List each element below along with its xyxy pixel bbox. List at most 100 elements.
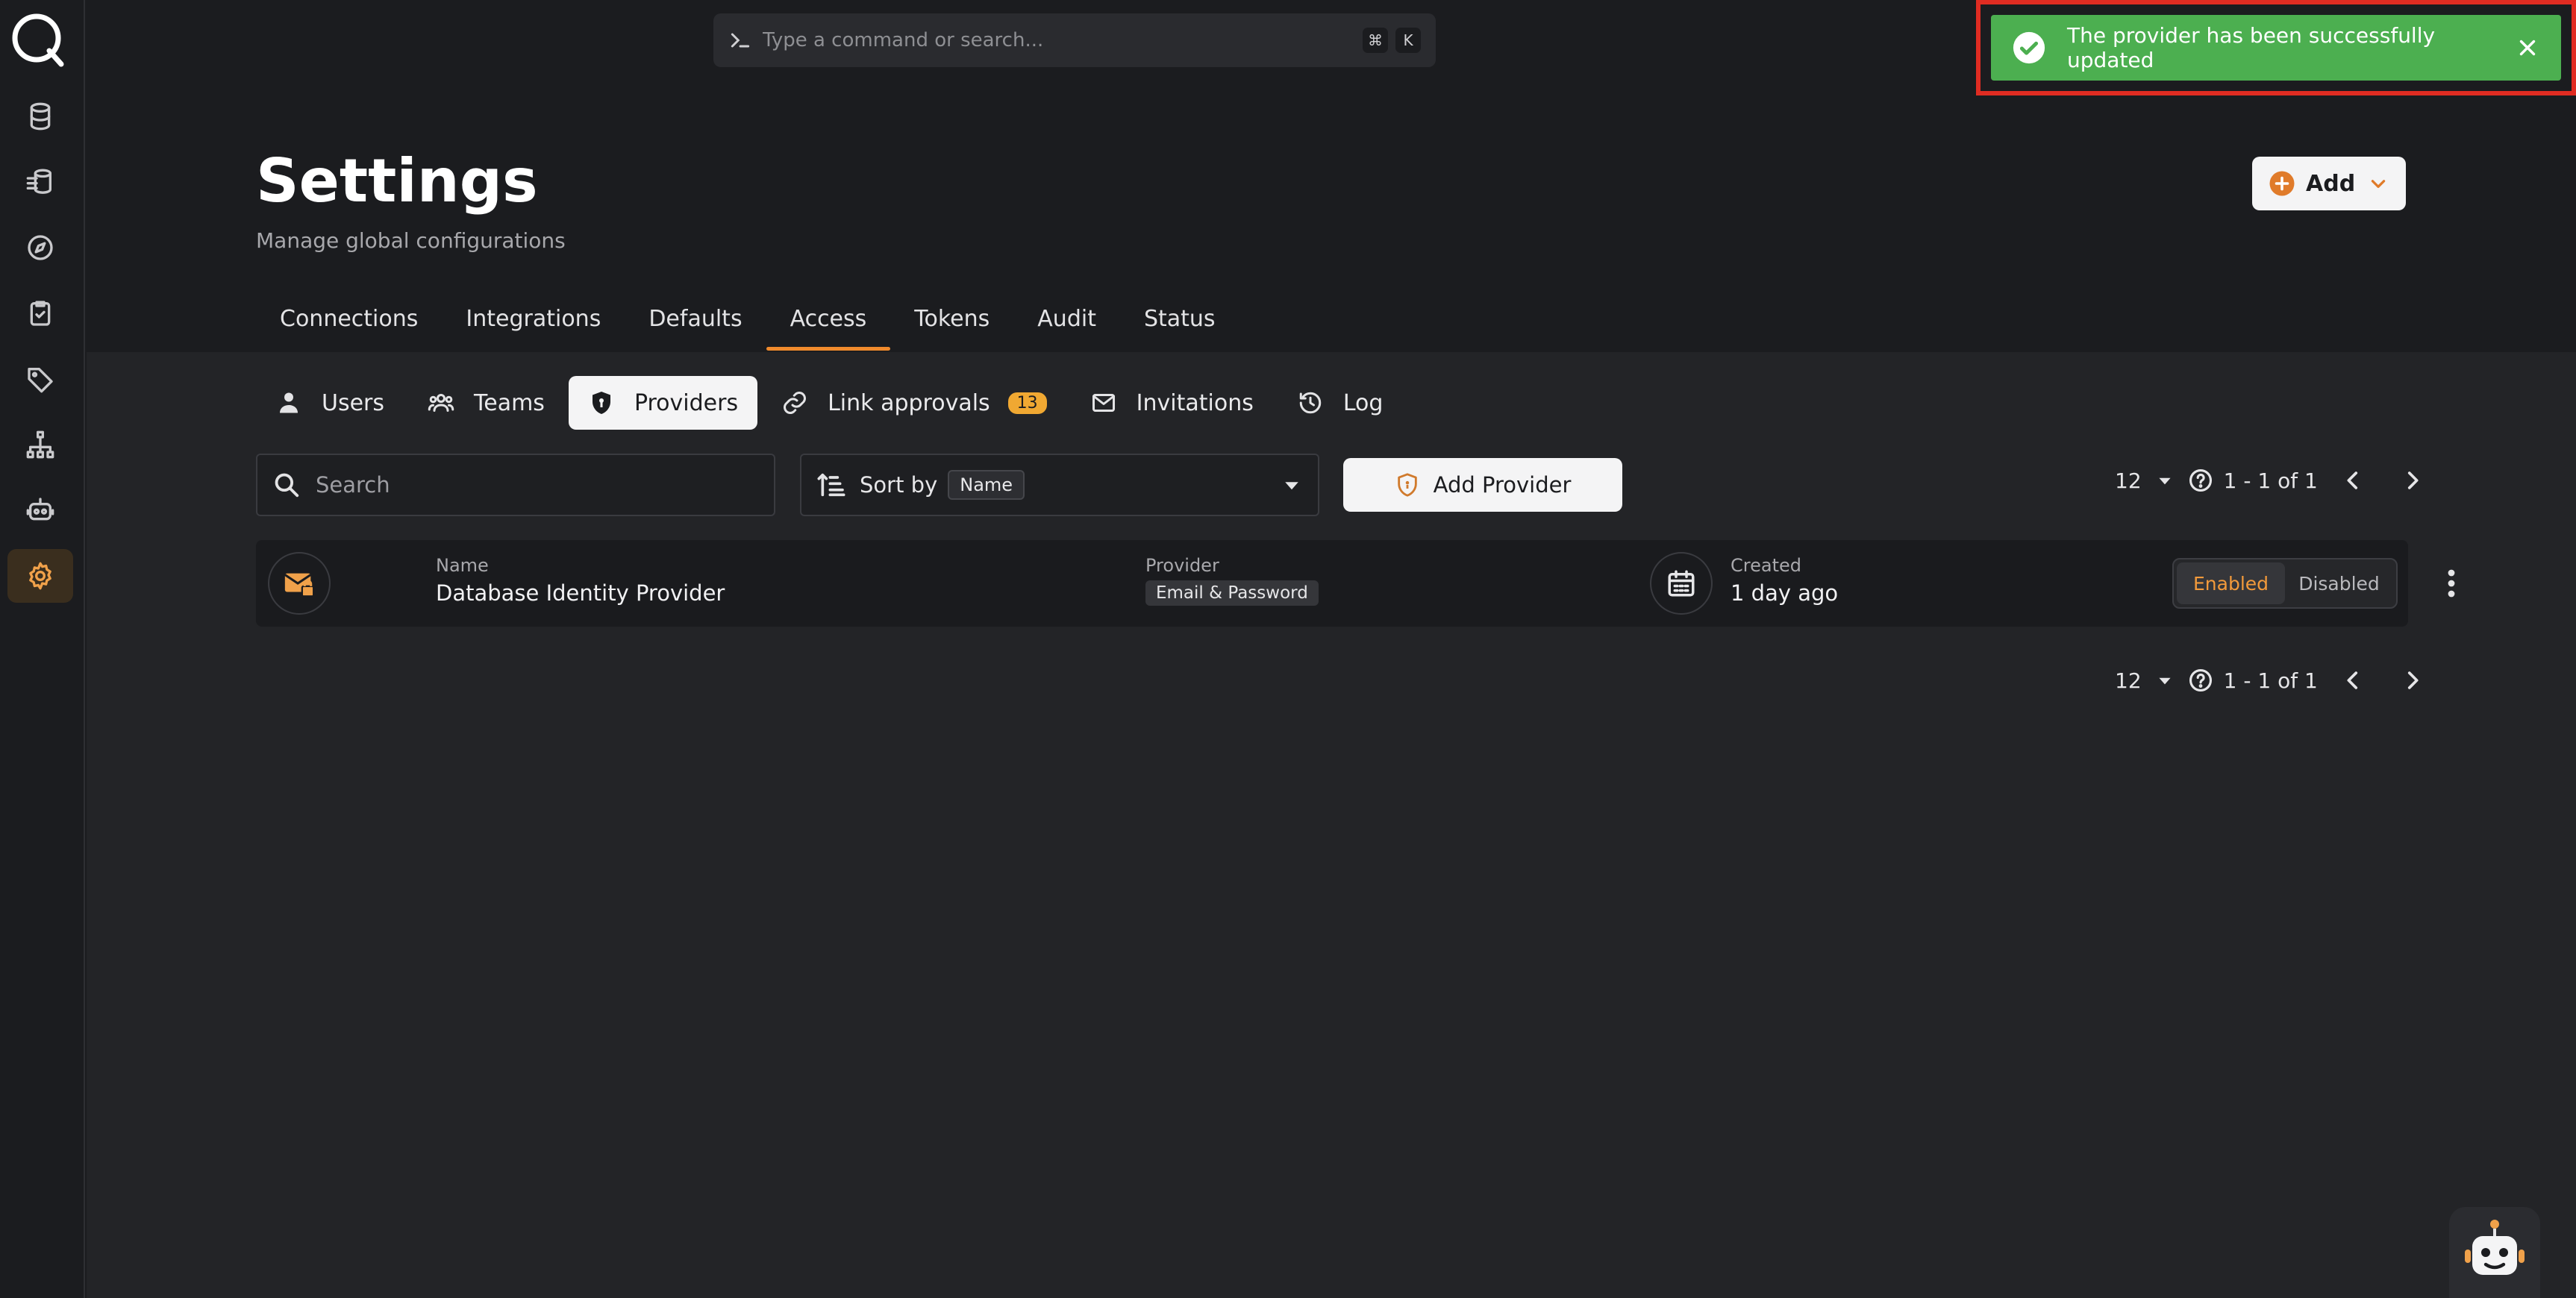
- toast-message: The provider has been successfully updat…: [2067, 23, 2436, 72]
- robot-assistant-icon: [2465, 1220, 2525, 1275]
- close-icon[interactable]: [2515, 35, 2540, 60]
- success-toast: The provider has been successfully updat…: [1991, 15, 2561, 81]
- group-icon: [428, 394, 454, 412]
- pagination-top: 12 1 - 1 of 1: [2115, 458, 2425, 503]
- created-avatar: [1650, 552, 1713, 615]
- user-icon: [280, 392, 298, 413]
- tab-connections[interactable]: Connections: [256, 294, 442, 351]
- per-page-caret-icon[interactable]: [2155, 471, 2175, 490]
- nav-tag-icon[interactable]: [7, 352, 73, 406]
- main-tabs: Connections Integrations Defaults Access…: [256, 294, 1239, 351]
- search-box: [256, 454, 775, 516]
- previous-page-icon[interactable]: [2340, 468, 2366, 493]
- search-icon: [275, 473, 299, 498]
- terminal-prompt-icon: [731, 33, 750, 48]
- subtab-invitations[interactable]: Invitations: [1071, 376, 1273, 430]
- previous-page-icon[interactable]: [2340, 668, 2366, 693]
- nav-database-icon[interactable]: [7, 90, 73, 143]
- per-page-value-bottom[interactable]: 12: [2115, 668, 2142, 693]
- nav-gear-icon[interactable]: [7, 549, 73, 603]
- table-row[interactable]: Name Database Identity Provider Provider…: [256, 540, 2455, 627]
- help-circle-icon[interactable]: [2188, 468, 2213, 493]
- nav-hierarchy-icon[interactable]: [7, 418, 73, 471]
- nav-robot-icon[interactable]: [7, 483, 73, 537]
- provider-label: Provider: [1145, 555, 1219, 576]
- disabled-option[interactable]: Disabled: [2285, 562, 2393, 604]
- per-page-value[interactable]: 12: [2115, 468, 2142, 493]
- left-rail: [0, 0, 85, 1298]
- sort-value-chip: Name: [948, 470, 1025, 500]
- page-subtitle: Manage global configurations: [256, 228, 566, 253]
- status-toggle: Enabled Disabled: [2172, 558, 2398, 609]
- access-subtabs: Users Teams Providers Link approvals 13 …: [256, 376, 1407, 430]
- name-column: Name Database Identity Provider: [436, 555, 725, 606]
- command-search-input[interactable]: [763, 29, 1355, 51]
- link-icon: [784, 392, 807, 414]
- chevron-down-icon: [2371, 180, 2386, 188]
- subtab-providers-label: Providers: [634, 389, 739, 416]
- subtab-teams-label: Teams: [474, 389, 545, 416]
- help-circle-icon[interactable]: [2188, 668, 2213, 693]
- subtab-log-label: Log: [1342, 389, 1384, 416]
- tab-integrations[interactable]: Integrations: [442, 294, 625, 351]
- assistant-bot-button[interactable]: [2449, 1207, 2540, 1298]
- page-title: Settings: [256, 146, 538, 216]
- dropdown-caret-icon: [1285, 482, 1298, 490]
- plus-circle-icon: [2269, 171, 2295, 196]
- more-vertical-icon[interactable]: [2433, 565, 2469, 601]
- subtab-users-label: Users: [322, 389, 385, 416]
- history-icon: [1299, 392, 1322, 414]
- sort-label: Sort by: [860, 472, 938, 498]
- link-approvals-count-badge: 13: [1007, 392, 1047, 414]
- name-label: Name: [436, 555, 489, 576]
- subtab-invitations-label: Invitations: [1136, 389, 1254, 416]
- nav-pipeline-icon[interactable]: [7, 155, 73, 209]
- sort-select[interactable]: Sort by Name: [800, 454, 1319, 516]
- toast-highlight-frame: The provider has been successfully updat…: [1976, 0, 2576, 95]
- created-label: Created: [1731, 555, 1801, 576]
- subtab-link-approvals-label: Link approvals: [828, 389, 990, 416]
- content-area: Users Teams Providers Link approvals 13 …: [87, 352, 2576, 1298]
- kbd-k: K: [1395, 28, 1421, 53]
- add-provider-label: Add Provider: [1433, 472, 1572, 498]
- pagination-range: 1 - 1 of 1: [2223, 468, 2318, 493]
- search-input[interactable]: [316, 472, 759, 498]
- subtab-users[interactable]: Users: [256, 376, 404, 430]
- nav-compass-icon[interactable]: [7, 221, 73, 275]
- shield-icon: [592, 392, 610, 414]
- kbd-cmd: ⌘: [1363, 28, 1388, 53]
- enabled-option[interactable]: Enabled: [2177, 562, 2285, 604]
- subtab-providers[interactable]: Providers: [568, 376, 758, 430]
- created-column: Created 1 day ago: [1731, 555, 1838, 606]
- tab-access[interactable]: Access: [766, 294, 891, 351]
- next-page-icon[interactable]: [2400, 468, 2425, 493]
- provider-type-chip: Email & Password: [1145, 580, 1319, 606]
- provider-name[interactable]: Database Identity Provider: [436, 580, 725, 606]
- subtab-log[interactable]: Log: [1278, 376, 1403, 430]
- tab-status[interactable]: Status: [1120, 294, 1239, 351]
- pagination-range-bottom: 1 - 1 of 1: [2223, 668, 2318, 693]
- add-button-label: Add: [2306, 170, 2356, 197]
- created-value: 1 day ago: [1731, 580, 1839, 606]
- tab-defaults[interactable]: Defaults: [625, 294, 766, 351]
- check-circle-icon: [2013, 31, 2045, 64]
- provider-column: Provider Email & Password: [1145, 555, 1319, 606]
- mail-icon: [1092, 394, 1115, 412]
- add-button[interactable]: Add: [2252, 157, 2406, 210]
- nav-clipboard-check-icon[interactable]: [7, 286, 73, 340]
- shield-outline-icon: [1397, 473, 1417, 497]
- next-page-icon[interactable]: [2400, 668, 2425, 693]
- tab-tokens[interactable]: Tokens: [890, 294, 1013, 351]
- command-bar[interactable]: ⌘ K: [713, 13, 1436, 67]
- subtab-link-approvals[interactable]: Link approvals 13: [762, 376, 1066, 430]
- app-logo-icon[interactable]: [10, 12, 66, 67]
- provider-avatar: [268, 552, 331, 615]
- sort-ascending-icon: [817, 473, 845, 497]
- add-provider-button[interactable]: Add Provider: [1343, 458, 1622, 512]
- tab-audit[interactable]: Audit: [1013, 294, 1120, 351]
- mail-lock-icon: [284, 573, 315, 598]
- pagination-bottom: 12 1 - 1 of 1: [2115, 658, 2425, 703]
- calendar-icon: [1668, 570, 1695, 597]
- per-page-caret-icon[interactable]: [2155, 671, 2175, 690]
- subtab-teams[interactable]: Teams: [408, 376, 564, 430]
